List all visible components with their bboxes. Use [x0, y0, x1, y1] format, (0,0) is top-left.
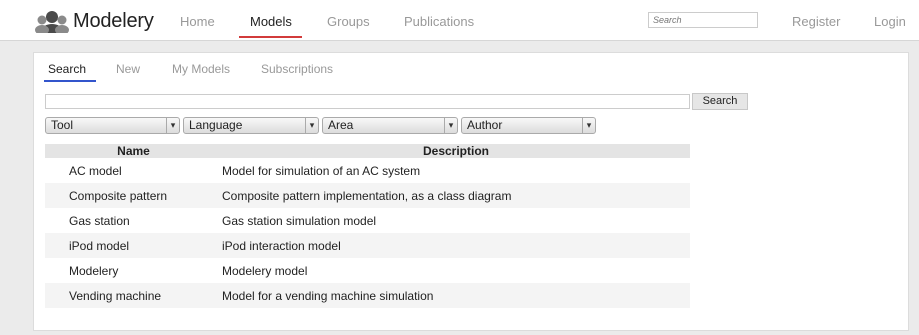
table-header-row: Name Description — [45, 144, 690, 158]
model-description-cell: iPod interaction model — [222, 233, 690, 258]
tab-my-models[interactable]: My Models — [172, 62, 230, 76]
tab-subscriptions[interactable]: Subscriptions — [261, 62, 333, 76]
model-name-cell[interactable]: Gas station — [45, 208, 222, 233]
nav-publications[interactable]: Publications — [404, 14, 474, 29]
active-nav-indicator — [239, 36, 302, 38]
brand-name: Modelery — [73, 9, 154, 32]
author-filter-label: Author — [467, 118, 503, 132]
model-name-cell[interactable]: Composite pattern — [45, 183, 222, 208]
model-description-cell: Composite pattern implementation, as a c… — [222, 183, 690, 208]
model-description-cell: Gas station simulation model — [222, 213, 377, 228]
models-panel: Search New My Models Subscriptions Searc… — [33, 52, 909, 331]
model-description-cell: Modelery model — [222, 263, 308, 278]
table-row[interactable]: Modelery Modelery model — [45, 258, 690, 283]
people-group-icon — [35, 11, 69, 33]
model-description-cell: Model for a vending machine simulation — [222, 283, 690, 308]
tab-new[interactable]: New — [116, 62, 140, 76]
top-search-input[interactable] — [648, 12, 758, 28]
tool-filter-select[interactable]: Tool ▾ — [45, 117, 180, 134]
column-header-description: Description — [222, 144, 690, 158]
tab-search[interactable]: Search — [48, 62, 86, 76]
language-filter-select[interactable]: Language ▾ — [183, 117, 319, 134]
tool-filter-label: Tool — [51, 118, 74, 132]
nav-groups[interactable]: Groups — [327, 14, 370, 29]
language-filter-label: Language — [189, 118, 243, 132]
login-link[interactable]: Login — [874, 14, 906, 29]
nav-home[interactable]: Home — [180, 14, 215, 29]
models-table: Name Description AC model Model for simu… — [45, 144, 690, 308]
brand-logo[interactable]: Modelery — [35, 9, 154, 33]
model-name-cell[interactable]: Vending machine — [45, 283, 222, 308]
table-row[interactable]: Composite pattern Composite pattern impl… — [45, 183, 690, 208]
table-row[interactable]: Gas station Gas station simulation model — [45, 208, 690, 233]
area-filter-select[interactable]: Area ▾ — [322, 117, 458, 134]
model-name-cell[interactable]: iPod model — [45, 233, 222, 258]
search-button[interactable]: Search — [692, 93, 748, 110]
register-link[interactable]: Register — [792, 14, 840, 29]
model-description-cell: Model for simulation of an AC system — [222, 163, 421, 178]
model-name-cell[interactable]: AC model — [45, 158, 222, 183]
model-name-cell[interactable]: Modelery — [45, 258, 222, 283]
author-filter-select[interactable]: Author ▾ — [461, 117, 596, 134]
table-row[interactable]: iPod model iPod interaction model — [45, 233, 690, 258]
select-arrows-icon: ▾ — [166, 118, 179, 133]
area-filter-label: Area — [328, 118, 354, 132]
model-search-input[interactable] — [45, 94, 690, 109]
select-arrows-icon: ▾ — [582, 118, 595, 133]
active-tab-indicator — [44, 80, 96, 82]
nav-models[interactable]: Models — [250, 14, 292, 29]
table-row[interactable]: Vending machine Model for a vending mach… — [45, 283, 690, 308]
column-header-name: Name — [45, 144, 222, 158]
top-navbar: Modelery Home Models Groups Publications… — [0, 0, 919, 41]
select-arrows-icon: ▾ — [444, 118, 457, 133]
table-row[interactable]: AC model Model for simulation of an AC s… — [45, 158, 690, 183]
select-arrows-icon: ▾ — [305, 118, 318, 133]
